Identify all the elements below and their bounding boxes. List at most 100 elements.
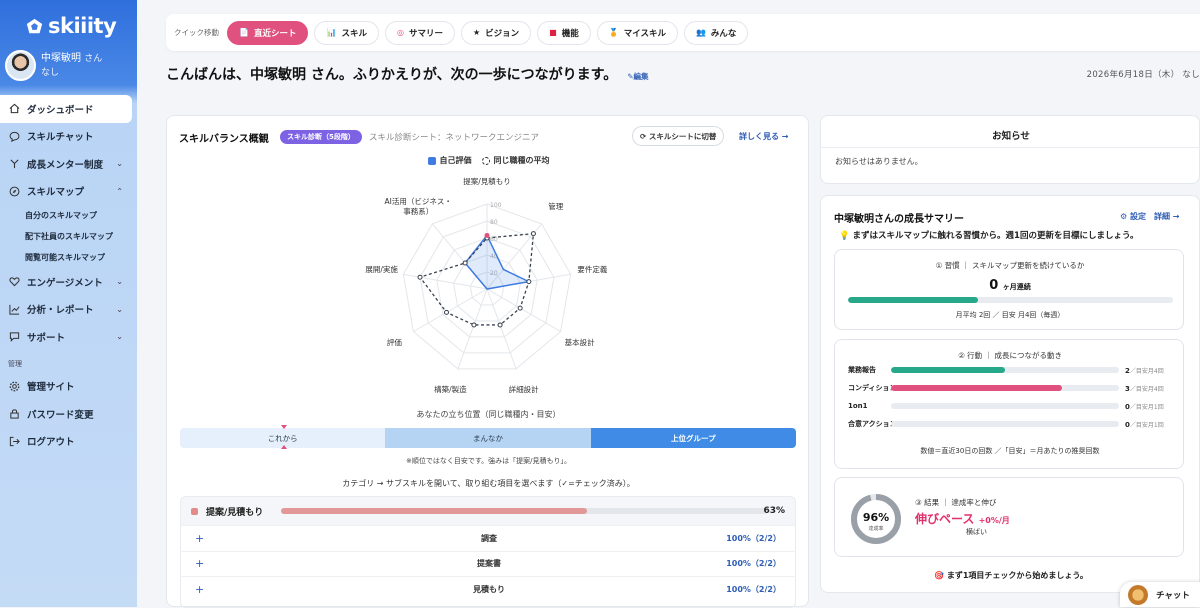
sidebar-item-label: ダッシュボード xyxy=(27,104,94,116)
sidebar-item-admin[interactable]: 管理サイト xyxy=(0,373,137,401)
quick-btn-features[interactable]: ■ 機能 xyxy=(537,20,591,45)
heart-icon xyxy=(8,276,20,288)
subskill-row[interactable]: + 調査 100%（2/2） xyxy=(181,525,795,551)
quick-btn-my-skill[interactable]: 🏅 マイスキル xyxy=(596,20,678,45)
star-icon: ★ xyxy=(472,28,481,37)
subskill-row[interactable]: + 見積もり 100%（2/2） xyxy=(181,576,795,602)
user-org: なし xyxy=(41,67,60,78)
quick-btn-skill[interactable]: 📊 スキル xyxy=(314,20,379,45)
subskill-row[interactable]: + 提案書 100%（2/2） xyxy=(181,550,795,576)
sidebar-item-engagement[interactable]: エンゲージメント ⌄ xyxy=(0,268,137,296)
growth-settings-links[interactable]: ⚙ 設定 詳細 → xyxy=(1120,211,1179,222)
action-name: 合意アクション xyxy=(848,420,897,428)
chat-button[interactable]: チャット xyxy=(1120,582,1200,607)
series-self-highlight-point xyxy=(484,232,490,238)
category-progress-fill xyxy=(281,508,588,514)
mascot-icon xyxy=(1128,584,1148,605)
legend-avg-label: 同じ職種の平均 xyxy=(493,156,550,165)
chevron-down-icon: ⌄ xyxy=(116,159,123,168)
notice-title: お知らせ xyxy=(992,131,1030,142)
action-name: 業務報告 xyxy=(848,366,876,374)
sidebar-item-dashboard[interactable]: ダッシュボード xyxy=(0,95,132,123)
switch-sheet-button[interactable]: ⟳ スキルシートに切替 xyxy=(632,126,725,146)
chart-line-icon xyxy=(8,303,20,315)
bar-chart-icon: 📊 xyxy=(326,28,337,37)
skill-sheet-name: スキル診断シート：ネットワークエンジニア xyxy=(369,133,540,143)
achievement-rate: 96% xyxy=(863,511,889,524)
chat-label: チャット xyxy=(1156,590,1190,601)
quick-btn-label: みんな xyxy=(710,28,737,39)
sidebar-item-skill-chat[interactable]: スキルチャット xyxy=(0,123,137,151)
growth-title: 中塚敏明さんの成長サマリー xyxy=(834,214,964,225)
category-header[interactable]: 提案/見積もり 63% xyxy=(181,497,795,525)
sidebar-item-logout[interactable]: ログアウト xyxy=(0,428,137,456)
radar-axis-label: 評価 xyxy=(386,337,402,347)
action-target: ／目安月4回 xyxy=(1129,385,1164,393)
quick-nav: クイック移動 📄 直近シート 📊 スキル ◎ サマリー ★ ビジョン ■ 機能 🏅 マイスキ… xyxy=(166,14,1200,51)
subskill-name: 提案書 xyxy=(477,559,501,569)
lock-icon xyxy=(8,408,20,420)
radar-axis-label: 管理 xyxy=(548,202,564,212)
quick-btn-vision[interactable]: ★ ビジョン xyxy=(460,20,532,45)
streak-unit: ヶ月連続 xyxy=(1002,283,1031,291)
sidebar-subitem-team-skillmap[interactable]: 配下社員のスキルマップ xyxy=(0,226,137,247)
habit-progress xyxy=(848,297,1173,303)
growth-tip: 💡 まずはスキルマップに触れる習慣から。週1回の更新を目標にしましょう。 xyxy=(839,231,1139,241)
series-self-area xyxy=(464,234,532,290)
action-target: ／目安月4回 xyxy=(1129,367,1164,375)
avatar xyxy=(5,50,36,81)
pace-label: 伸びペース xyxy=(915,512,975,526)
legend-avg: 同じ職種の平均 xyxy=(481,155,550,166)
category-panel: 提案/見積もり 63% + 調査 100%（2/2） + 提案書 100%（2/2） +… xyxy=(180,496,796,608)
quick-btn-summary[interactable]: ◎ サマリー xyxy=(384,20,455,45)
people-icon: 👥 xyxy=(695,28,706,37)
subskill-percent: 100%（2/2） xyxy=(726,559,781,569)
category-progress xyxy=(281,508,767,514)
sidebar-item-password[interactable]: パスワード変更 xyxy=(0,400,137,428)
series-average-point xyxy=(444,309,450,315)
sidebar-subitem-viewable-skillmap[interactable]: 閲覧可能スキルマップ xyxy=(0,247,137,268)
action-target: ／目安月1回 xyxy=(1129,403,1164,411)
see-more-link[interactable]: 詳しく見る → xyxy=(739,131,789,142)
category-intro: カテゴリ → サブスキルを開いて、取り組む項目を選べます（✓=チェック済み）。 xyxy=(342,479,635,488)
result-pace: 伸びペース +0%/月 xyxy=(915,510,1010,527)
series-average-point xyxy=(526,279,532,285)
sidebar-item-mentor[interactable]: 成長メンター制度 ⌄ xyxy=(0,150,137,178)
support-chat-icon xyxy=(8,331,20,343)
quick-btn-everyone[interactable]: 👥 みんな xyxy=(683,20,749,45)
notice-card: お知らせ お知らせはありません。 xyxy=(820,115,1200,184)
sidebar-subitem-my-skillmap[interactable]: 自分のスキルマップ xyxy=(0,205,137,226)
streak-value: 0 xyxy=(989,278,999,293)
sidebar-item-skillmap[interactable]: スキルマップ ⌃ xyxy=(0,178,137,206)
position-bar: これから まんなか 上位グループ xyxy=(180,428,796,448)
sidebar-item-support[interactable]: サポート ⌄ xyxy=(0,323,137,351)
logo-text: skiiity xyxy=(48,14,117,38)
home-icon xyxy=(8,103,20,115)
app-logo[interactable]: skiiity xyxy=(26,14,117,38)
action-box: ② 行動 ｜ 成長につながる動き 業務報告 2／目安月4回 コンディション 3／目安月… xyxy=(834,339,1184,469)
action-heading: ② 行動 ｜ 成長につながる動き xyxy=(958,351,1062,360)
series-average-point xyxy=(462,260,468,266)
quick-btn-recent-sheet[interactable]: 📄 直近シート xyxy=(227,20,309,45)
subskill-percent: 100%（2/2） xyxy=(726,584,781,594)
sidebar-item-label: スキルチャット xyxy=(27,132,94,144)
habit-progress-fill xyxy=(848,297,978,303)
series-average-point xyxy=(471,322,477,328)
position-marker-bottom xyxy=(281,445,287,449)
radar-axis-label: 構築/製造 xyxy=(434,384,467,394)
action-progress xyxy=(891,385,1119,391)
sidebar-item-analytics[interactable]: 分析・レポート ⌄ xyxy=(0,296,137,324)
result-box: 96% 達成率 ③ 結果 ｜ 達成率と伸び 伸びペース +0%/月 横ばい xyxy=(834,477,1184,557)
sidebar-item-label: エンゲージメント xyxy=(27,277,103,289)
action-target: ／目安月1回 xyxy=(1129,421,1164,429)
action-progress-fill xyxy=(891,385,1062,391)
radar-tick-label: 80 xyxy=(490,219,498,226)
target-icon: ◎ xyxy=(396,28,404,37)
user-profile[interactable]: 中塚敏明 さん なし xyxy=(5,50,102,81)
toolbox-icon: ■ xyxy=(549,28,557,37)
category-name: 提案/見積もり xyxy=(206,507,264,518)
chevron-up-icon: ⌃ xyxy=(116,186,123,196)
action-name: 1on1 xyxy=(848,402,868,410)
quick-btn-label: スキル xyxy=(341,28,367,39)
edit-link[interactable]: ✎編集 xyxy=(627,72,648,81)
